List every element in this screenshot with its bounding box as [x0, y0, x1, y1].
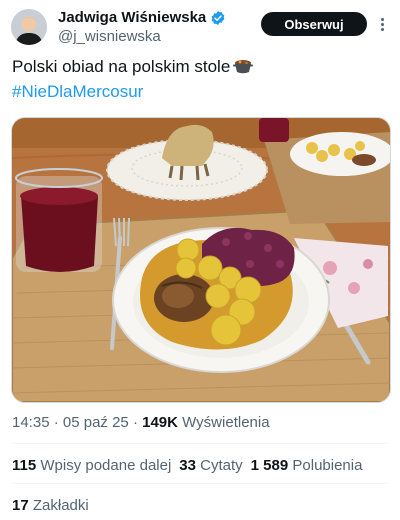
more-options-icon[interactable] — [376, 14, 388, 34]
meta-separator: · — [53, 414, 59, 431]
quotes-label: Cytaty — [200, 457, 243, 474]
post-text: Polski obiad na polskim stole #NieDlaMer… — [12, 56, 392, 103]
follow-button[interactable]: Obserwuj — [261, 12, 367, 36]
quotes-stat[interactable]: 33 Cytaty — [179, 457, 242, 474]
bookmarks-stat[interactable]: 17 Zakładki — [12, 497, 89, 514]
likes-count: 1 589 — [250, 457, 289, 474]
post-header: Jadwiga Wiśniewska @j_wisniewska Obserwu… — [0, 0, 400, 52]
likes-stat[interactable]: 1 589 Polubienia — [251, 457, 363, 474]
reposts-label: Wpisy podane dalej — [40, 457, 172, 474]
author-name-row: Jadwiga Wiśniewska — [58, 9, 226, 26]
post-metadata: 14:35 · 05 paź 25 · 149K Wyświetlenia — [12, 414, 270, 431]
divider-2 — [12, 483, 388, 484]
hashtag-link[interactable]: #NieDlaMercosur — [12, 81, 392, 103]
post-time[interactable]: 14:35 — [12, 414, 50, 431]
views-label: Wyświetlenia — [182, 414, 270, 431]
reposts-count: 115 — [12, 457, 37, 474]
meta-separator-2: · — [132, 414, 138, 431]
likes-label: Polubienia — [292, 457, 363, 474]
avatar[interactable] — [11, 9, 47, 45]
views-count: 149K — [142, 414, 178, 431]
post-photo[interactable] — [11, 117, 391, 403]
bookmarks-count: 17 — [12, 497, 29, 514]
author-name[interactable]: Jadwiga Wiśniewska — [58, 9, 206, 26]
author-handle[interactable]: @j_wisniewska — [58, 28, 161, 45]
reposts-stat[interactable]: 115 Wpisy podane dalej — [12, 457, 171, 474]
post-date[interactable]: 05 paź 25 — [63, 414, 129, 431]
verified-badge-icon — [210, 10, 226, 26]
engagement-stats: 115 Wpisy podane dalej 33 Cytaty 1 589 P… — [12, 457, 362, 474]
bookmarks-label: Zakładki — [32, 497, 89, 514]
quotes-count: 33 — [179, 457, 196, 474]
divider — [12, 443, 388, 444]
post-text-line: Polski obiad na polskim stole — [12, 57, 231, 76]
pot-of-food-icon — [233, 57, 254, 81]
